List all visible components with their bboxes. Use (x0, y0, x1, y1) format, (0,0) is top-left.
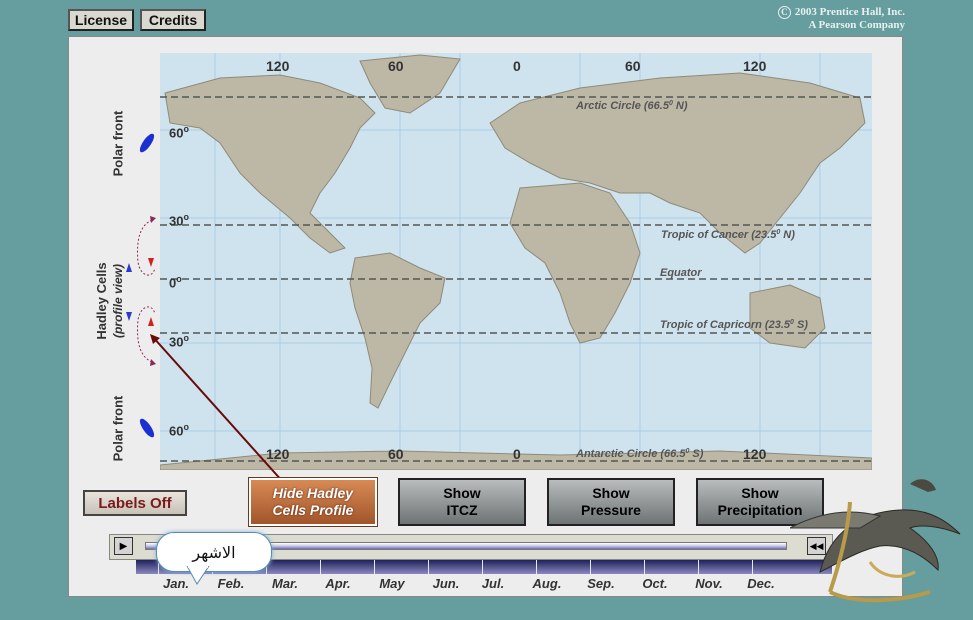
month-label[interactable]: Dec. (734, 576, 788, 591)
labels-off-button[interactable]: Labels Off (83, 490, 187, 516)
flow-arrow (148, 317, 154, 326)
month-label[interactable]: Nov. (682, 576, 736, 591)
show-itcz-button[interactable]: Show ITCZ (398, 478, 526, 526)
month-label[interactable]: Sep. (574, 576, 628, 591)
month-label[interactable]: Jun. (419, 576, 473, 591)
month-label[interactable]: Aug. (520, 576, 574, 591)
flow-arrow (126, 312, 132, 321)
polar-front-marker-top (139, 133, 155, 153)
month-label[interactable]: Apr. (311, 576, 365, 591)
flow-arrow (148, 258, 154, 267)
tooltip-tail (186, 566, 210, 585)
month-label[interactable]: May (365, 576, 419, 591)
polar-front-marker-bottom (139, 418, 155, 438)
falcon-logo (790, 479, 961, 603)
month-label[interactable]: Oct. (628, 576, 682, 591)
hide-hadley-cells-button[interactable]: Hide Hadley Cells Profile (248, 477, 378, 527)
show-pressure-button[interactable]: Show Pressure (547, 478, 675, 526)
play-button[interactable]: ▶ (114, 537, 133, 555)
month-label[interactable]: Jul. (466, 576, 520, 591)
flow-arrow (126, 263, 132, 272)
hadley-cell-north (137, 219, 156, 276)
pointer-arrow-line (151, 335, 293, 493)
hadley-cell-south (137, 306, 156, 363)
month-label[interactable]: Mar. (258, 576, 312, 591)
